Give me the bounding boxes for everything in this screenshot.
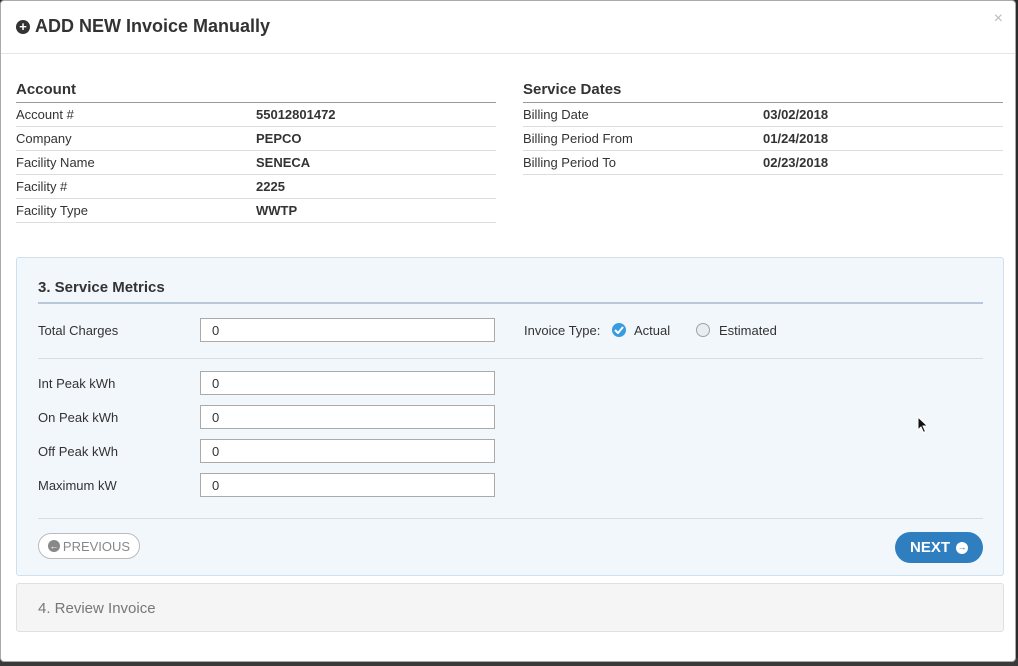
estimated-radio-label[interactable]: Estimated <box>719 323 777 338</box>
info-row: Billing Date 03/02/2018 <box>523 103 1003 127</box>
info-value: PEPCO <box>256 131 302 146</box>
actual-radio[interactable] <box>612 323 626 337</box>
info-row: Account # 55012801472 <box>16 103 496 127</box>
modal-header: + ADD NEW Invoice Manually × <box>1 1 1015 54</box>
info-label: Facility # <box>16 179 68 194</box>
info-label: Facility Type <box>16 203 89 218</box>
checkmark-icon <box>614 326 624 334</box>
add-invoice-modal: + ADD NEW Invoice Manually × Account Acc… <box>0 0 1016 662</box>
service-dates-section: Service Dates Billing Date 03/02/2018 Bi… <box>523 81 1003 175</box>
arrow-left-circle-icon: ← <box>47 540 60 552</box>
close-button[interactable]: × <box>994 10 1003 28</box>
estimated-radio[interactable] <box>696 323 710 337</box>
info-label: Account # <box>16 107 74 122</box>
service-metrics-title: 3. Service Metrics <box>38 279 983 304</box>
info-row: Company PEPCO <box>16 127 496 151</box>
info-row: Billing Period To 02/23/2018 <box>523 151 1003 175</box>
info-row: Billing Period From 01/24/2018 <box>523 127 1003 151</box>
account-title: Account <box>16 81 496 103</box>
info-value: 55012801472 <box>256 107 336 122</box>
int-peak-label: Int Peak kWh <box>38 376 116 391</box>
arrow-right-circle-icon: → <box>956 541 968 554</box>
modal-title-text: ADD NEW Invoice Manually <box>35 16 271 36</box>
info-row: Facility # 2225 <box>16 175 496 199</box>
info-value: 01/24/2018 <box>763 131 829 146</box>
actual-radio-label[interactable]: Actual <box>634 323 670 338</box>
review-invoice-title: 4. Review Invoice <box>38 600 156 617</box>
on-peak-label: On Peak kWh <box>38 410 119 425</box>
review-invoice-panel[interactable]: 4. Review Invoice <box>16 583 1004 632</box>
service-metrics-panel: 3. Service Metrics Total Charges Invoice… <box>16 257 1004 576</box>
service-dates-title: Service Dates <box>523 81 1003 103</box>
info-row: Facility Type WWTP <box>16 199 496 223</box>
info-value: 02/23/2018 <box>763 155 829 170</box>
divider <box>38 518 983 519</box>
maximum-kw-input[interactable] <box>200 473 495 497</box>
total-charges-input[interactable] <box>200 318 495 342</box>
on-peak-input[interactable] <box>200 405 495 429</box>
previous-button[interactable]: ← PREVIOUS <box>38 533 140 559</box>
info-value: 2225 <box>256 179 285 194</box>
info-row: Facility Name SENECA <box>16 151 496 175</box>
invoice-type-label: Invoice Type: <box>524 323 601 338</box>
circle-plus-icon: + <box>16 19 30 34</box>
off-peak-input[interactable] <box>200 439 495 463</box>
info-label: Billing Date <box>523 107 589 122</box>
info-value: WWTP <box>256 203 298 218</box>
divider <box>38 358 983 359</box>
info-label: Facility Name <box>16 155 95 170</box>
info-label: Billing Period To <box>523 155 616 170</box>
mouse-cursor-icon <box>917 416 929 434</box>
int-peak-input[interactable] <box>200 371 495 395</box>
previous-button-label: PREVIOUS <box>62 538 131 554</box>
info-label: Company <box>16 131 72 146</box>
next-button-label: NEXT <box>909 539 950 556</box>
maximum-kw-label: Maximum kW <box>38 478 117 493</box>
account-section: Account Account # 55012801472 Company PE… <box>16 81 496 223</box>
total-charges-label: Total Charges <box>38 323 119 338</box>
off-peak-label: Off Peak kWh <box>38 444 118 459</box>
modal-title: + ADD NEW Invoice Manually <box>16 16 270 37</box>
info-value: 03/02/2018 <box>763 107 829 122</box>
info-value: SENECA <box>256 155 311 170</box>
info-label: Billing Period From <box>523 131 633 146</box>
next-button[interactable]: NEXT → <box>895 532 983 563</box>
